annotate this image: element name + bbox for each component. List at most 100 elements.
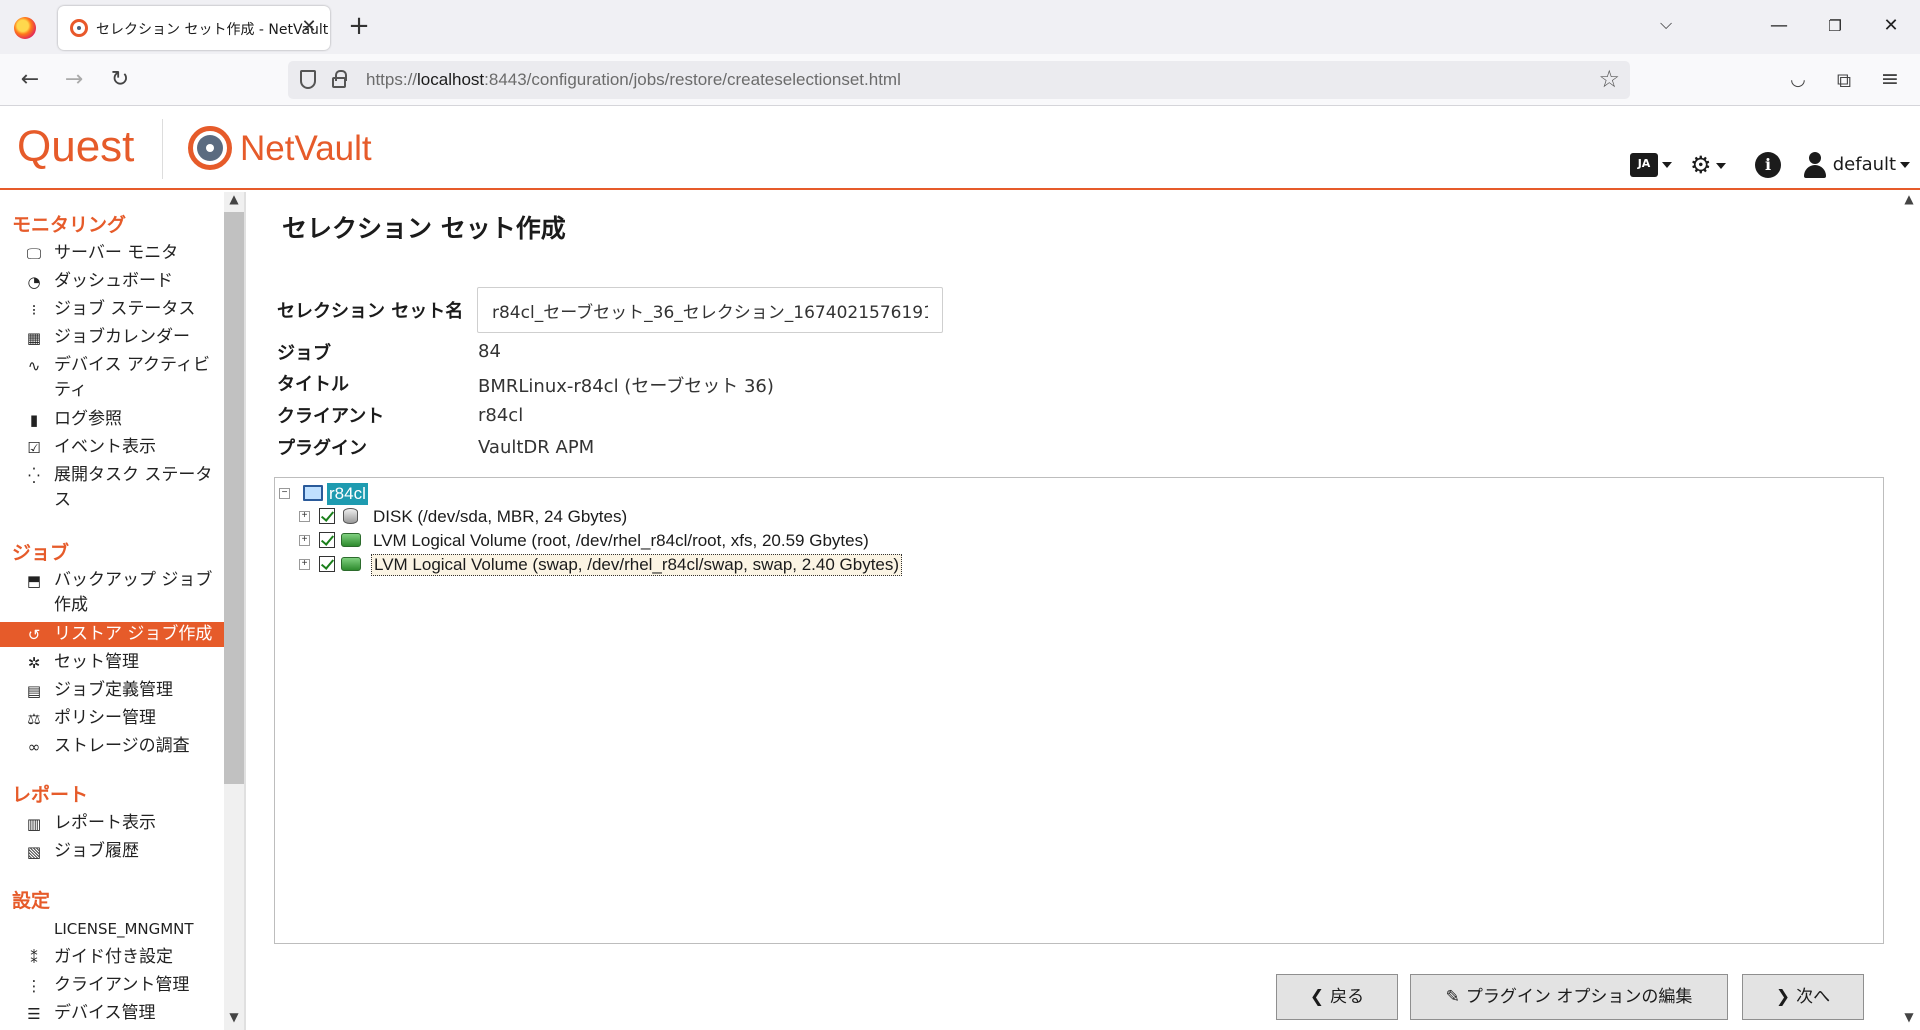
site-security-lock-icon[interactable] bbox=[332, 70, 347, 88]
logical-volume-icon bbox=[341, 533, 361, 547]
expand-toggle-icon[interactable]: + bbox=[299, 559, 310, 570]
user-menu[interactable]: default bbox=[1803, 150, 1911, 180]
job-label: ジョブ bbox=[277, 343, 331, 364]
minimize-icon[interactable]: — bbox=[1756, 8, 1802, 44]
sidebar-item-set-management[interactable]: ✲ セット管理 bbox=[0, 650, 224, 675]
sidebar-item-client-management[interactable]: ⋮ クライアント管理 bbox=[0, 973, 224, 998]
sidebar-section-monitoring: モニタリング bbox=[12, 214, 127, 236]
chevron-left-icon: ❮ bbox=[1309, 987, 1325, 1007]
footsteps-icon: ⁑ bbox=[30, 949, 38, 967]
server-rack-icon: ☰ bbox=[27, 1005, 41, 1023]
sidebar-section-reports: レポート bbox=[12, 784, 89, 806]
sidebar-item-server-monitor[interactable]: 🖵 サーバー モニタ bbox=[0, 241, 224, 266]
reload-icon[interactable]: ↻ bbox=[104, 64, 136, 96]
checkbox-checked[interactable] bbox=[319, 508, 335, 524]
sidebar-item-dashboard[interactable]: ◔ ダッシュボード bbox=[0, 269, 224, 294]
url-text[interactable]: https://localhost:8443/configuration/job… bbox=[366, 70, 901, 90]
tree-node-label[interactable]: r84cl bbox=[327, 483, 368, 505]
calendar-check-icon: ☑ bbox=[27, 439, 41, 457]
sidebar-scrollbar-thumb[interactable] bbox=[224, 212, 244, 784]
firefox-icon[interactable] bbox=[14, 17, 36, 39]
sidebar-item-explore-storage[interactable]: ∞ ストレージの調査 bbox=[0, 734, 224, 759]
sidebar-item-create-restore-job[interactable]: ↺ リストア ジョブ作成 bbox=[0, 622, 224, 647]
tree-node-lvm-swap[interactable]: + LVM Logical Volume (swap, /dev/rhel_r8… bbox=[299, 554, 999, 576]
scroll-up-icon[interactable]: ▲ bbox=[224, 192, 244, 206]
checkbox-checked[interactable] bbox=[319, 532, 335, 548]
back-arrow-icon[interactable]: ← bbox=[14, 64, 46, 96]
browser-tab[interactable]: セレクション セット作成 - NetVault ✕ bbox=[58, 6, 330, 50]
forward-arrow-icon[interactable]: → bbox=[58, 64, 90, 96]
title-value: BMRLinux-r84cl (セーブセット 36) bbox=[478, 376, 774, 397]
tab-title: セレクション セット作成 - NetVault bbox=[96, 22, 329, 38]
scroll-up-icon[interactable]: ▲ bbox=[1898, 192, 1920, 206]
bookmark-star-icon[interactable]: ☆ bbox=[1598, 65, 1620, 93]
info-button[interactable]: i bbox=[1755, 150, 1781, 180]
sidebar-item-job-history[interactable]: ▧ ジョブ履歴 bbox=[0, 839, 224, 864]
sidebar-item-view-reports[interactable]: ▥ レポート表示 bbox=[0, 811, 224, 836]
sidebar-item-guided-configuration[interactable]: ⁑ ガイド付き設定 bbox=[0, 945, 224, 970]
settings-menu[interactable]: ⚙ bbox=[1690, 150, 1726, 180]
sidebar-item-job-calendar[interactable]: ▦ ジョブカレンダー bbox=[0, 325, 224, 350]
expand-toggle-icon[interactable]: + bbox=[299, 535, 310, 546]
sidebar-item-policy-management[interactable]: ⚖ ポリシー管理 bbox=[0, 706, 224, 731]
tree-node-label[interactable]: LVM Logical Volume (root, /dev/rhel_r84c… bbox=[371, 530, 871, 552]
disk-icon bbox=[343, 508, 358, 524]
tree-node-root[interactable]: − r84cl bbox=[279, 483, 399, 505]
collapse-toggle-icon[interactable]: − bbox=[279, 488, 290, 499]
netvault-favicon-icon bbox=[70, 19, 88, 37]
menu-hamburger-icon[interactable]: ≡ bbox=[1874, 64, 1906, 96]
list-all-tabs-icon[interactable]: ⌵ bbox=[1660, 14, 1672, 34]
sidebar-scrollbar[interactable]: ▲ ▼ bbox=[224, 192, 244, 1030]
sidebar-item-log-view[interactable]: ▮ ログ参照 bbox=[0, 407, 224, 432]
job-value: 84 bbox=[478, 341, 501, 362]
sidebar: モニタリング 🖵 サーバー モニタ ◔ ダッシュボード ⁝ ジョブ ステータス ▦ ジョ… bbox=[0, 192, 244, 1030]
back-button[interactable]: ❮ 戻る bbox=[1276, 974, 1398, 1020]
traffic-light-icon: ⁝ bbox=[31, 301, 37, 319]
sidebar-item-job-status[interactable]: ⁝ ジョブ ステータス bbox=[0, 297, 224, 322]
app-header: Quest NetVault JA ⚙ i default bbox=[0, 107, 1920, 190]
quest-logo: Quest bbox=[17, 122, 135, 171]
sidebar-item-create-backup-job[interactable]: ⬒ バックアップ ジョブ 作成 bbox=[0, 568, 224, 620]
sidebar-section-jobs: ジョブ bbox=[12, 542, 70, 564]
sidebar-item-device-activity[interactable]: ∿ デバイス アクティビ ティ bbox=[0, 353, 224, 405]
tracking-protection-shield-icon[interactable] bbox=[300, 70, 316, 89]
document-list-icon: ▤ bbox=[26, 682, 42, 700]
close-tab-icon[interactable]: ✕ bbox=[296, 14, 322, 40]
checkbox-checked[interactable] bbox=[319, 556, 335, 572]
edit-icon: ✎ bbox=[1445, 987, 1460, 1007]
close-window-icon[interactable]: ✕ bbox=[1868, 8, 1914, 44]
language-menu[interactable]: JA bbox=[1630, 150, 1672, 180]
tree-node-lvm-root[interactable]: + LVM Logical Volume (root, /dev/rhel_r8… bbox=[299, 530, 999, 552]
sidebar-section-settings: 設定 bbox=[12, 890, 51, 912]
log-book-icon: ▮ bbox=[29, 411, 39, 429]
next-button[interactable]: ❯ 次へ bbox=[1742, 974, 1864, 1020]
browser-tab-bar: セレクション セット作成 - NetVault ✕ + ⌵ — ❐ ✕ bbox=[0, 0, 1920, 54]
tree-node-label[interactable]: LVM Logical Volume (swap, /dev/rhel_r84c… bbox=[371, 554, 903, 576]
sidebar-item-license-management[interactable]: LICENSE_MNGMNT bbox=[0, 917, 224, 942]
plugin-value: VaultDR APM bbox=[478, 437, 595, 458]
sidebar-item-deploy-task-status[interactable]: ⁛ 展開タスク ステータス bbox=[0, 463, 224, 515]
sidebar-item-event-view[interactable]: ☑ イベント表示 bbox=[0, 435, 224, 460]
clients-network-icon: ⋮ bbox=[26, 977, 42, 995]
client-label: クライアント bbox=[277, 406, 385, 427]
pocket-icon[interactable]: ◡ bbox=[1782, 64, 1814, 96]
tree-node-label[interactable]: DISK (/dev/sda, MBR, 24 Gbytes) bbox=[371, 506, 629, 528]
scroll-down-icon[interactable]: ▼ bbox=[224, 1010, 244, 1024]
computer-icon bbox=[303, 485, 323, 501]
expand-toggle-icon[interactable]: + bbox=[299, 511, 310, 522]
tree-node-disk[interactable]: + DISK (/dev/sda, MBR, 24 Gbytes) bbox=[299, 506, 999, 528]
selection-tree[interactable]: − r84cl + DISK (/dev/sda, MBR, 24 Gbytes… bbox=[274, 477, 1884, 944]
new-tab-icon[interactable]: + bbox=[342, 10, 376, 44]
chevron-down-icon bbox=[1900, 162, 1911, 168]
edit-plugin-options-button[interactable]: ✎ プラグイン オプションの編集 bbox=[1410, 974, 1728, 1020]
puzzle-icon: ✲ bbox=[27, 654, 41, 672]
main-scrollbar[interactable]: ▲ ▼ bbox=[1898, 192, 1920, 1030]
extensions-icon[interactable]: ⧉ bbox=[1828, 64, 1860, 96]
restore-window-icon[interactable]: ❐ bbox=[1812, 8, 1858, 44]
activity-pulse-icon: ∿ bbox=[27, 357, 41, 375]
address-bar[interactable]: https://localhost:8443/configuration/job… bbox=[288, 61, 1630, 99]
sidebar-item-device-management[interactable]: ☰ デバイス管理 bbox=[0, 1001, 224, 1026]
selection-set-name-input[interactable] bbox=[477, 287, 943, 333]
sidebar-item-job-definition-management[interactable]: ▤ ジョブ定義管理 bbox=[0, 678, 224, 703]
scroll-down-icon[interactable]: ▼ bbox=[1898, 1010, 1920, 1024]
